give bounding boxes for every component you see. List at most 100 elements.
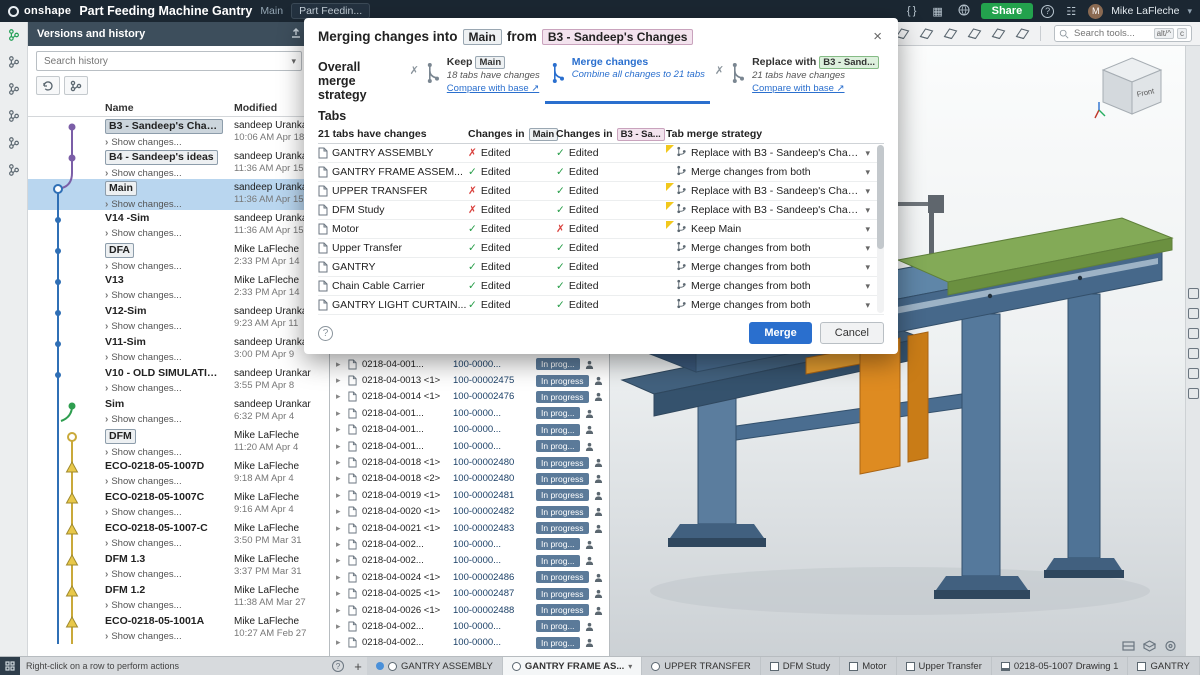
chevron-down-icon[interactable]: ▾: [628, 662, 632, 671]
named-views-panel-icon[interactable]: [1188, 348, 1199, 359]
expand-row-icon[interactable]: ▸: [336, 539, 343, 550]
version-row[interactable]: Sim › Show changes... sandeep Urankar 6:…: [28, 396, 329, 427]
tabs-help-icon[interactable]: ?: [332, 660, 344, 672]
apps-panel-icon[interactable]: ▦: [929, 5, 947, 18]
comments-panel-icon[interactable]: [6, 81, 22, 97]
show-changes-toggle[interactable]: › Show changes...: [105, 631, 234, 642]
bom-panel-icon[interactable]: [1188, 368, 1199, 379]
expand-row-icon[interactable]: ▸: [336, 441, 343, 452]
expand-row-icon[interactable]: ▸: [336, 457, 343, 468]
version-row[interactable]: V14 -Sim › Show changes... sandeep Urank…: [28, 210, 329, 241]
version-row[interactable]: ECO-0218-05-1007C › Show changes... Mike…: [28, 489, 329, 520]
view-cube[interactable]: Front: [1093, 52, 1171, 124]
show-changes-toggle[interactable]: › Show changes...: [105, 199, 234, 210]
hem-icon[interactable]: [940, 25, 961, 43]
corner-tool-icon[interactable]: [916, 25, 937, 43]
version-row[interactable]: ECO-0218-05-1007-C › Show changes... Mik…: [28, 520, 329, 551]
other-document-tab[interactable]: Part Feedin...: [291, 3, 370, 19]
version-row[interactable]: V11-Sim › Show changes... sandeep Uranka…: [28, 334, 329, 365]
merge-strategy-option[interactable]: Merge changes Combine all changes to 21 …: [545, 53, 710, 104]
expand-row-icon[interactable]: ▸: [336, 621, 343, 632]
document-tab[interactable]: GANTRY: [1128, 657, 1199, 675]
part-row[interactable]: ▸ 0218-04-0014 <1> 100-00002476 In progr…: [330, 389, 609, 405]
part-row[interactable]: ▸ 0218-04-001... 100-0000... In prog...: [330, 405, 609, 421]
tab-merge-strategy-select[interactable]: Merge changes from both ▾: [666, 164, 884, 181]
expand-row-icon[interactable]: ▸: [336, 506, 343, 517]
document-tab[interactable]: 0218-05-1007 Drawing 1: [992, 657, 1129, 675]
version-row[interactable]: Main › Show changes... sandeep Urankar 1…: [28, 179, 329, 210]
dialog-help-icon[interactable]: ?: [318, 326, 333, 341]
expand-row-icon[interactable]: ▸: [336, 605, 343, 616]
tab-merge-strategy-select[interactable]: Merge changes from both ▾: [666, 240, 884, 257]
version-row[interactable]: V13 › Show changes... Mike LaFleche 2:33…: [28, 272, 329, 303]
expand-row-icon[interactable]: ▸: [336, 572, 343, 583]
expand-row-icon[interactable]: ▸: [336, 490, 343, 501]
part-row[interactable]: ▸ 0218-04-002... 100-0000... In prog...: [330, 553, 609, 569]
part-row[interactable]: ▸ 0218-04-001... 100-0000... In prog...: [330, 422, 609, 438]
add-tab-button[interactable]: +: [349, 657, 367, 675]
merge-strategy-option[interactable]: ✗ KeepMain 18 tabs have changes Compare …: [405, 53, 545, 104]
show-changes-toggle[interactable]: › Show changes...: [105, 507, 234, 518]
version-row[interactable]: DFM 1.3 › Show changes... Mike LaFleche …: [28, 551, 329, 582]
show-changes-toggle[interactable]: › Show changes...: [105, 137, 234, 148]
search-filter-caret-icon[interactable]: ▾: [291, 56, 296, 67]
part-row[interactable]: ▸ 0218-04-002... 100-0000... In prog...: [330, 618, 609, 634]
expand-row-icon[interactable]: ▸: [336, 424, 343, 435]
properties-panel-icon[interactable]: [6, 162, 22, 178]
document-tab[interactable]: DFM Study: [761, 657, 841, 675]
history-icon[interactable]: [6, 135, 22, 151]
show-changes-toggle[interactable]: › Show changes...: [105, 168, 234, 179]
version-row[interactable]: DFA › Show changes... Mike LaFleche 2:33…: [28, 241, 329, 272]
tab-merge-strategy-select[interactable]: Merge changes from both ▾: [666, 278, 884, 295]
part-row[interactable]: ▸ 0218-04-0021 <1> 100-00002483 In progr…: [330, 520, 609, 536]
onshape-logo[interactable]: onshape: [8, 5, 71, 17]
expand-row-icon[interactable]: ▸: [336, 637, 343, 648]
compare-versions-button[interactable]: [64, 76, 88, 95]
history-search-box[interactable]: ▾: [36, 51, 302, 71]
show-changes-toggle[interactable]: › Show changes...: [105, 538, 234, 549]
expand-row-icon[interactable]: ▸: [336, 588, 343, 599]
version-row[interactable]: DFM 1.2 › Show changes... Mike LaFleche …: [28, 582, 329, 613]
show-changes-toggle[interactable]: › Show changes...: [105, 383, 234, 394]
app-grid-icon[interactable]: ☷: [1062, 5, 1080, 18]
document-tab[interactable]: GANTRY FRAME AS... ▾: [503, 657, 642, 675]
tab-merge-strategy-select[interactable]: Replace with B3 - Sandeep's Changes ▾: [666, 145, 884, 162]
part-row[interactable]: ▸ 0218-04-0019 <1> 100-00002481 In progr…: [330, 487, 609, 503]
mass-properties-icon[interactable]: [988, 25, 1009, 43]
part-row[interactable]: ▸ 0218-04-0024 <1> 100-00002486 In progr…: [330, 569, 609, 585]
expand-row-icon[interactable]: ▸: [336, 555, 343, 566]
part-row[interactable]: ▸ 0218-04-0018 <2> 100-00002480 In progr…: [330, 471, 609, 487]
properties-panel-icon[interactable]: [1188, 388, 1199, 399]
share-button[interactable]: Share: [981, 3, 1034, 19]
document-tab[interactable]: UPPER TRANSFER: [642, 657, 760, 675]
show-changes-toggle[interactable]: › Show changes...: [105, 290, 234, 301]
part-row[interactable]: ▸ 0218-04-0018 <1> 100-00002480 In progr…: [330, 454, 609, 470]
part-row[interactable]: ▸ 0218-04-002... 100-0000... In prog...: [330, 635, 609, 651]
part-row[interactable]: ▸ 0218-04-001... 100-0000... In prog...: [330, 438, 609, 454]
configurations-panel-icon[interactable]: [1188, 288, 1199, 299]
cancel-button[interactable]: Cancel: [820, 322, 884, 344]
export-history-icon[interactable]: [290, 27, 302, 42]
version-row[interactable]: ECO-0218-05-1007D › Show changes... Mike…: [28, 458, 329, 489]
section-view-icon[interactable]: [1122, 640, 1135, 652]
user-avatar[interactable]: M: [1088, 4, 1103, 19]
show-changes-toggle[interactable]: › Show changes...: [105, 414, 234, 425]
show-changes-toggle[interactable]: › Show changes...: [105, 261, 234, 272]
expand-row-icon[interactable]: ▸: [336, 359, 343, 370]
show-changes-toggle[interactable]: › Show changes...: [105, 447, 234, 458]
scrollbar-thumb[interactable]: [877, 145, 884, 249]
expand-row-icon[interactable]: ▸: [336, 408, 343, 419]
version-row[interactable]: DFM › Show changes... Mike LaFleche 11:2…: [28, 427, 329, 458]
show-changes-toggle[interactable]: › Show changes...: [105, 600, 234, 611]
show-changes-toggle[interactable]: › Show changes...: [105, 321, 234, 332]
user-menu-caret-icon[interactable]: ▾: [1187, 6, 1192, 17]
display-options-icon[interactable]: [1164, 640, 1177, 652]
part-row[interactable]: ▸ 0218-04-002... 100-0000... In prog...: [330, 536, 609, 552]
version-row[interactable]: ECO-0218-05-1001A › Show changes... Mike…: [28, 613, 329, 644]
api-code-icon[interactable]: { }: [903, 5, 921, 17]
version-row[interactable]: V12-Sim › Show changes... sandeep Uranka…: [28, 303, 329, 334]
part-row[interactable]: ▸ 0218-04-0025 <1> 100-00002487 In progr…: [330, 585, 609, 601]
app-switcher-icon[interactable]: [0, 657, 20, 675]
tab-merge-strategy-select[interactable]: Replace with B3 - Sandeep's Changes ▾: [666, 183, 884, 200]
show-changes-toggle[interactable]: › Show changes...: [105, 569, 234, 580]
